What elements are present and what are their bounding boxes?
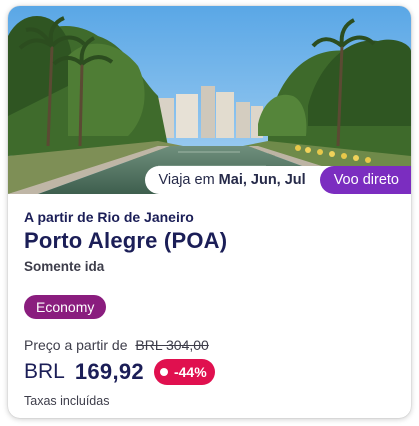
old-price: BRL 304,00 <box>135 337 209 353</box>
taxes-note: Taxas incluídas <box>24 394 110 408</box>
cabin-class-badge: Economy <box>24 295 107 319</box>
cabin-class-label: Economy <box>36 299 95 315</box>
destination-title: Porto Alegre (POA) <box>24 228 228 253</box>
current-price: BRL 169,92 -44% <box>24 358 215 386</box>
travel-months-value: Mai, Jun, Jul <box>218 172 306 188</box>
discount-badge: -44% <box>153 359 215 385</box>
price-amount: 169,92 <box>74 359 144 384</box>
travel-months-chip: Viaja em Mai, Jun, Jul <box>144 166 334 194</box>
offer-details: A partir de Rio de Janeiro Porto Alegre … <box>8 194 411 418</box>
travel-info-chips: Viaja em Mai, Jun, Jul Voo direto <box>144 166 411 194</box>
discount-value: -44% <box>173 364 207 380</box>
direct-flight-label: Voo direto <box>333 172 399 188</box>
dot-icon <box>159 368 168 376</box>
price-from-line: Preço a partir de BRL 304,00 <box>24 337 209 353</box>
travel-months-prefix: Viaja em <box>158 172 215 188</box>
origin-line: A partir de Rio de Janeiro <box>24 209 194 225</box>
price-from-label: Preço a partir de <box>24 337 128 353</box>
price-currency: BRL <box>24 360 65 383</box>
flight-offer-card[interactable]: Viaja em Mai, Jun, Jul Voo direto A part… <box>8 6 411 418</box>
direct-flight-badge: Voo direto <box>319 166 411 194</box>
trip-type: Somente ida <box>24 259 105 274</box>
